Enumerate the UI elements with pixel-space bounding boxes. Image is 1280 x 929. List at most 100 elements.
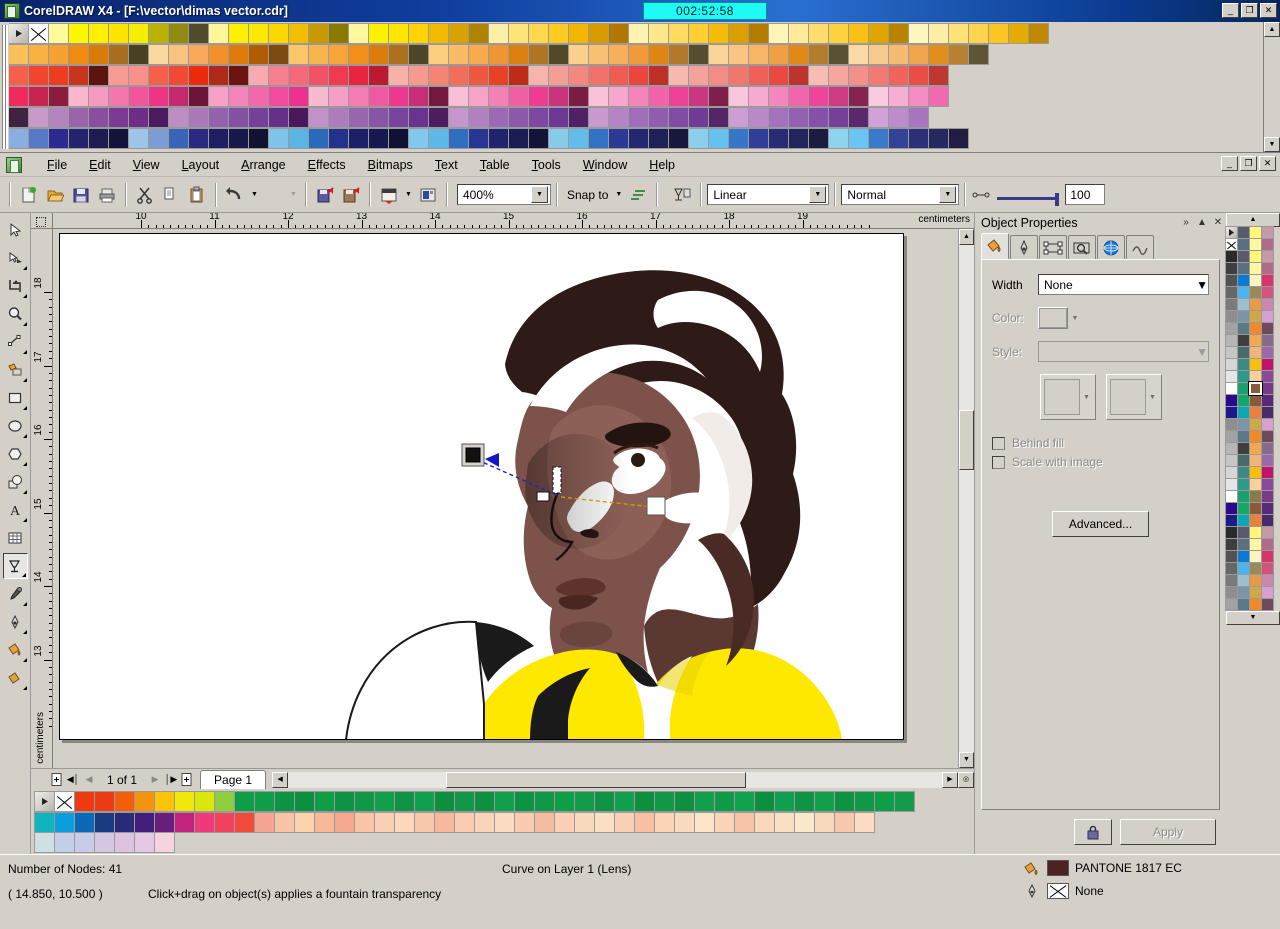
color-swatch[interactable]	[254, 811, 275, 833]
color-swatch[interactable]	[268, 128, 289, 149]
menu-item-file[interactable]: File	[36, 155, 78, 175]
tab-rectangle[interactable]	[1039, 235, 1067, 259]
tab-internet[interactable]	[1097, 235, 1125, 259]
undo-button[interactable]	[222, 182, 248, 208]
color-swatch[interactable]	[634, 811, 655, 833]
right-palette-grid[interactable]	[1225, 226, 1280, 611]
top-palette-grid[interactable]	[8, 22, 1263, 152]
color-swatch[interactable]	[268, 65, 289, 86]
color-swatch[interactable]	[328, 128, 349, 149]
color-swatch[interactable]	[508, 65, 529, 86]
color-swatch[interactable]	[108, 107, 129, 128]
color-swatch[interactable]	[228, 65, 249, 86]
color-swatch[interactable]	[834, 811, 855, 833]
view-navigator-icon[interactable]: ◎	[958, 771, 974, 788]
application-launcher-button[interactable]	[376, 182, 402, 208]
color-swatch[interactable]	[388, 107, 409, 128]
color-swatch[interactable]	[228, 23, 249, 44]
color-swatch[interactable]	[368, 107, 389, 128]
color-swatch[interactable]	[368, 44, 389, 65]
paste-button[interactable]	[184, 182, 210, 208]
color-swatch[interactable]	[488, 23, 509, 44]
color-swatch[interactable]	[668, 23, 689, 44]
color-swatch[interactable]	[928, 44, 949, 65]
color-swatch[interactable]	[788, 23, 809, 44]
bottom-color-palette[interactable]	[31, 790, 974, 854]
color-swatch[interactable]	[34, 832, 55, 854]
color-swatch[interactable]	[848, 86, 869, 107]
color-swatch[interactable]	[68, 107, 89, 128]
horizontal-scrollbar[interactable]: ◀ ▶ ◎	[272, 771, 974, 788]
color-swatch[interactable]	[148, 128, 169, 149]
minimize-button[interactable]: _	[1222, 3, 1239, 18]
color-swatch[interactable]	[54, 832, 75, 854]
color-swatch[interactable]	[294, 811, 315, 833]
color-swatch[interactable]	[394, 811, 415, 833]
color-swatch[interactable]	[648, 107, 669, 128]
color-swatch[interactable]	[508, 128, 529, 149]
color-swatch[interactable]	[408, 107, 429, 128]
merge-mode-combo[interactable]: Normal ▼	[841, 184, 960, 205]
outline-width-combo[interactable]: None ▼	[1038, 274, 1209, 295]
color-swatch[interactable]	[408, 86, 429, 107]
color-swatch[interactable]	[234, 811, 255, 833]
tab-general[interactable]	[1068, 235, 1096, 259]
color-swatch[interactable]	[608, 23, 629, 44]
color-swatch[interactable]	[468, 44, 489, 65]
color-swatch[interactable]	[708, 128, 729, 149]
color-swatch[interactable]	[708, 65, 729, 86]
color-swatch[interactable]	[548, 128, 569, 149]
menu-item-layout[interactable]: Layout	[171, 155, 231, 175]
ruler-origin-button[interactable]	[31, 213, 53, 229]
color-swatch[interactable]	[348, 23, 369, 44]
color-swatch[interactable]	[148, 23, 169, 44]
color-swatch[interactable]	[328, 44, 349, 65]
color-swatch[interactable]	[514, 791, 535, 812]
snap-to-dropdown-icon[interactable]: ▼	[612, 182, 625, 208]
transparency-tool-icon[interactable]	[669, 182, 695, 208]
color-swatch[interactable]	[74, 811, 95, 833]
color-swatch[interactable]	[134, 811, 155, 833]
color-swatch[interactable]	[208, 107, 229, 128]
color-swatch[interactable]	[848, 107, 869, 128]
color-swatch[interactable]	[168, 107, 189, 128]
palette-scroll-start-button[interactable]	[8, 23, 29, 44]
color-swatch[interactable]	[288, 23, 309, 44]
flyout-arrow-icon[interactable]	[22, 602, 27, 606]
color-swatch[interactable]	[468, 65, 489, 86]
color-swatch[interactable]	[588, 107, 609, 128]
fill-color-swatch[interactable]	[1047, 860, 1069, 876]
color-swatch[interactable]	[688, 128, 709, 149]
color-swatch[interactable]	[448, 86, 469, 107]
color-swatch[interactable]	[728, 44, 749, 65]
palette-scroll-up-icon[interactable]: ▲	[1226, 213, 1280, 227]
scroll-up-icon[interactable]: ▲	[959, 229, 974, 245]
color-swatch[interactable]	[668, 128, 689, 149]
color-swatch[interactable]	[128, 107, 149, 128]
color-swatch[interactable]	[108, 23, 129, 44]
color-swatch[interactable]	[368, 128, 389, 149]
color-swatch[interactable]	[814, 811, 835, 833]
transparency-tool[interactable]	[2, 553, 28, 579]
color-swatch[interactable]	[28, 65, 49, 86]
color-swatch[interactable]	[88, 44, 109, 65]
horizontal-ruler[interactable]: centimeters 10 11 12 13 14 15 16 17 18 19	[53, 213, 974, 229]
mdi-restore-button[interactable]: ❐	[1240, 156, 1257, 171]
color-swatch[interactable]	[8, 65, 29, 86]
color-swatch[interactable]	[748, 86, 769, 107]
snap-to-label[interactable]: Snap to	[563, 188, 612, 202]
color-swatch[interactable]	[28, 107, 49, 128]
flyout-arrow-icon[interactable]	[22, 350, 27, 354]
color-swatch[interactable]	[68, 65, 89, 86]
color-swatch[interactable]	[74, 791, 95, 812]
color-swatch[interactable]	[514, 811, 535, 833]
menu-item-text[interactable]: Text	[424, 155, 469, 175]
color-swatch[interactable]	[868, 65, 889, 86]
color-swatch[interactable]	[48, 44, 69, 65]
slider-thumb[interactable]	[1055, 192, 1060, 206]
palette-scroll-start-button[interactable]	[34, 791, 55, 812]
color-swatch[interactable]	[274, 811, 295, 833]
color-swatch[interactable]	[248, 44, 269, 65]
palette-grip[interactable]	[0, 22, 9, 152]
color-swatch[interactable]	[114, 791, 135, 812]
